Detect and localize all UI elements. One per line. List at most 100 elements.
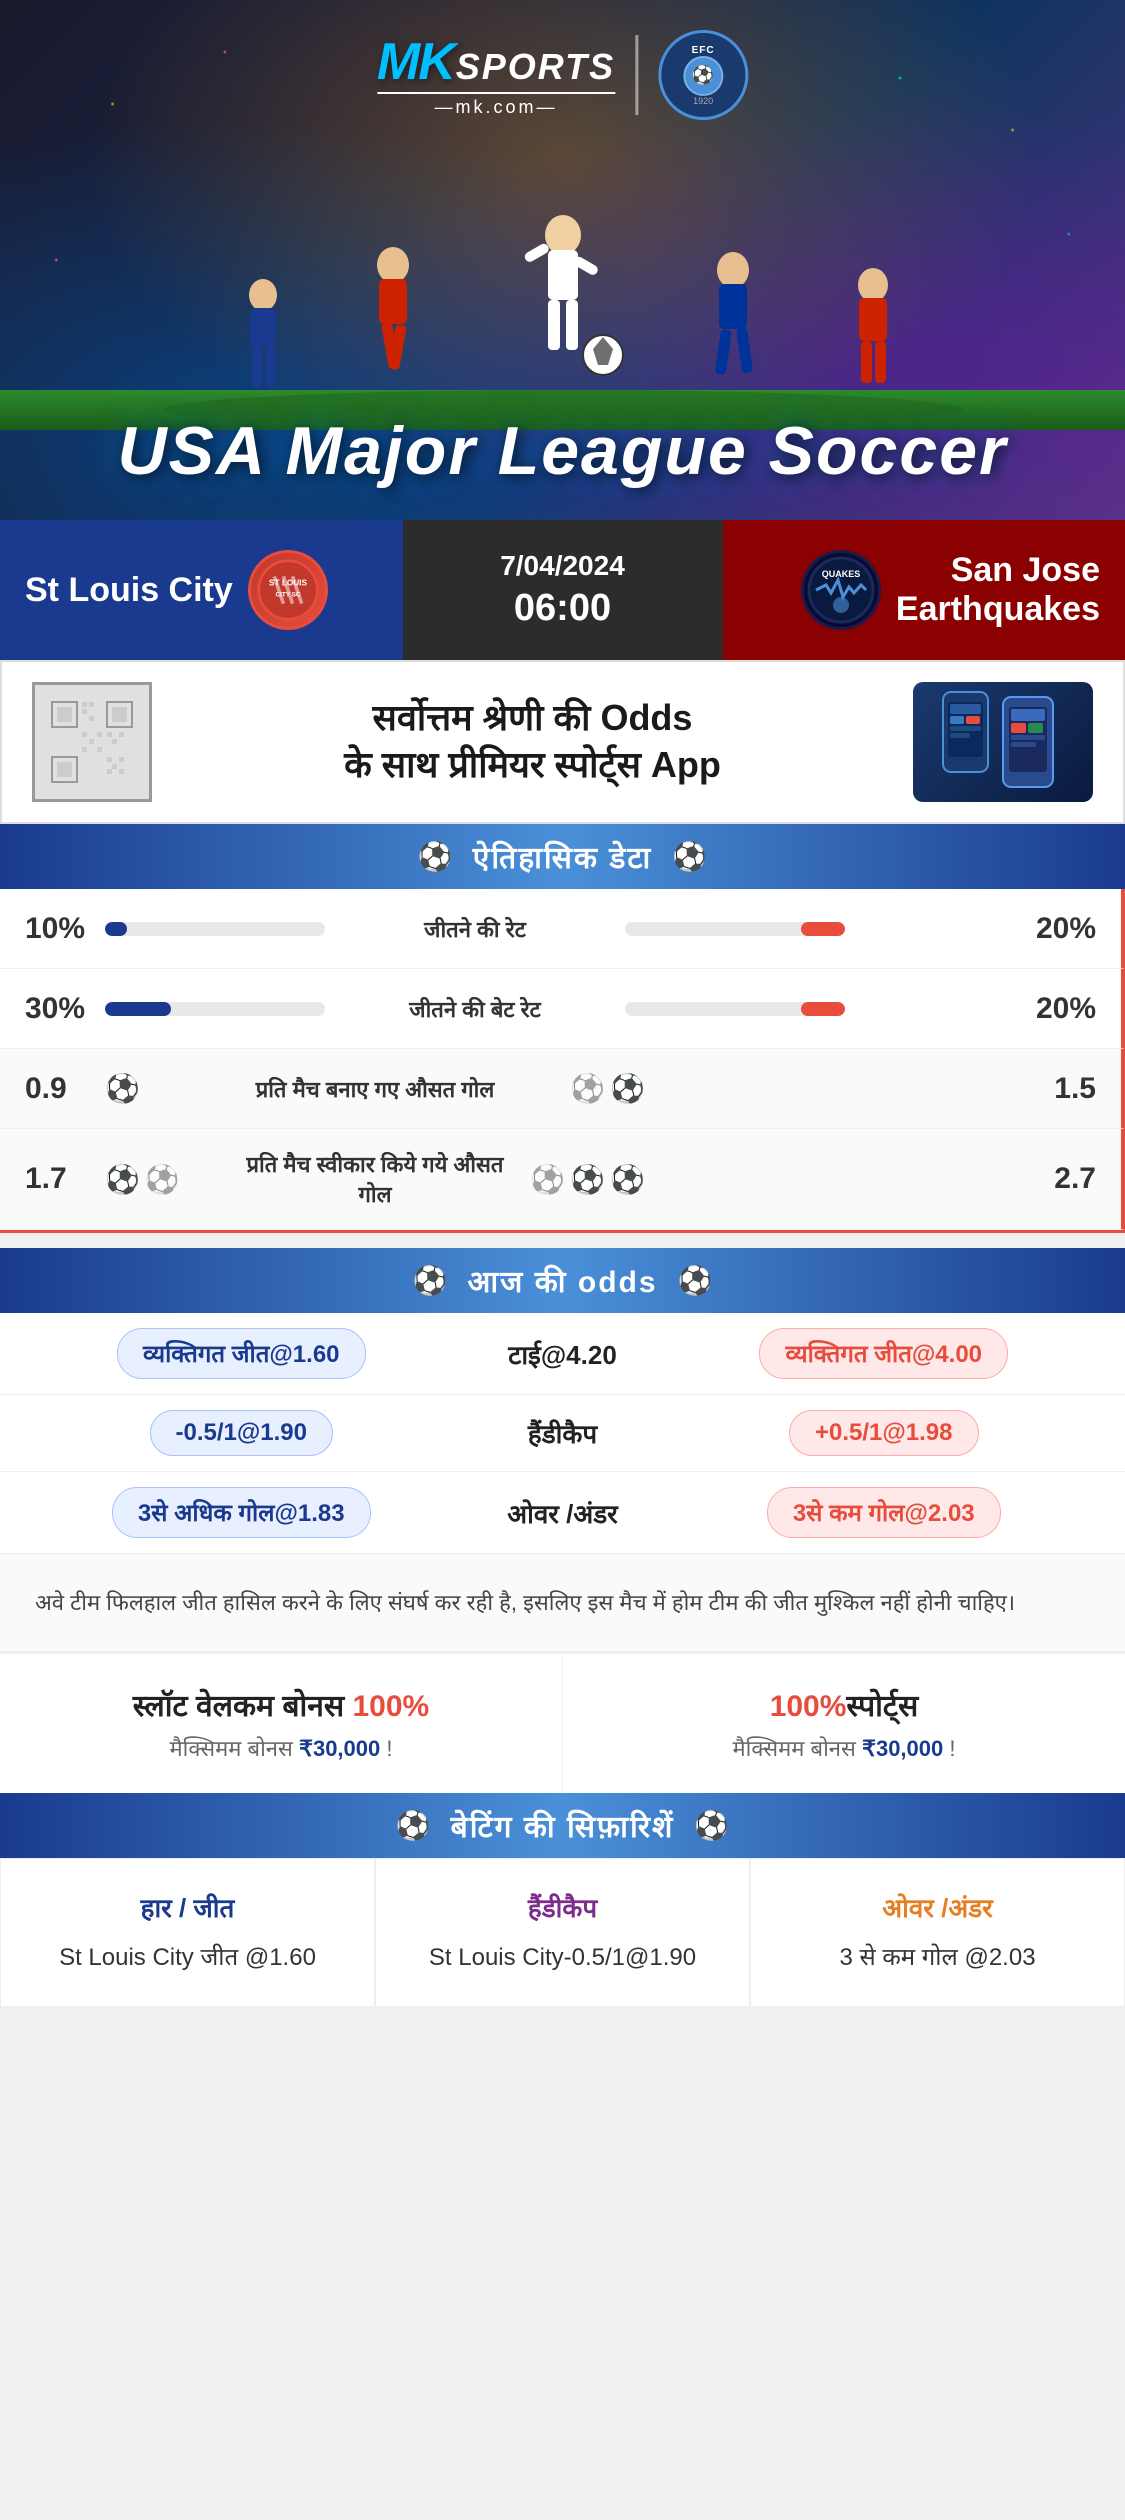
banner-title-text: USA Major League Soccer (118, 413, 1008, 489)
betting-card2-value: St Louis City-0.5/1@1.90 (396, 1940, 729, 1976)
goals-conceded-right: 2.7 (1016, 1162, 1096, 1196)
ball-r2: ⚽ (610, 1072, 645, 1105)
odds-section: व्यक्तिगत जीत@1.60 टाई@4.20 व्यक्तिगत जी… (0, 1313, 1125, 1554)
odds-left-3[interactable]: 3से अधिक गोल@1.83 (20, 1487, 463, 1538)
ball-icon-right: ⚽ (672, 840, 707, 873)
stat-row-goals-conceded: 1.7 ⚽ ⚽ प्रति मैच स्वीकार किये गये औसत ग… (0, 1129, 1125, 1230)
away-team-section: QUAKES San Jose Earthquakes (723, 520, 1125, 660)
analysis-box: अवे टीम फिलहाल जीत हासिल करने के लिए संघ… (0, 1554, 1125, 1652)
bonus-sub-1: मैक्सिमम बोनस ₹30,000 ! (25, 1733, 537, 1763)
win-rate-left: 10% (25, 912, 105, 946)
left-ball-icons-2: ⚽ ⚽ (105, 1163, 225, 1196)
ball-icon-odds-right: ⚽ (678, 1264, 713, 1297)
match-header: St Louis City ST LOUIS CITY SC 7/04/2024… (0, 520, 1125, 660)
ball-r5: ⚽ (610, 1163, 645, 1196)
betting-card3-value: 3 से कम गोल @2.03 (771, 1940, 1104, 1976)
logo-divider (635, 35, 638, 115)
sponsor-badge: EFC ⚽ 1920 (658, 30, 748, 120)
analysis-text: अवे टीम फिलहाल जीत हासिल करने के लिए संघ… (35, 1584, 1090, 1621)
bar-fill-blue-1 (105, 922, 127, 936)
historical-section: 10% जीतने की रेट 20% 30% जीतने की बेट रे… (0, 889, 1125, 1233)
win-rate-bars: जीतने की रेट (105, 914, 1016, 944)
win-rate-right: 20% (1016, 912, 1096, 946)
match-date: 7/04/2024 (500, 550, 625, 582)
odds-row-1: व्यक्तिगत जीत@1.60 टाई@4.20 व्यक्तिगत जी… (0, 1313, 1125, 1395)
bar-track-left-2 (105, 1002, 325, 1016)
ball-icon-odds-left: ⚽ (413, 1264, 448, 1297)
odds-section-header: ⚽ आज की odds ⚽ (0, 1248, 1125, 1313)
mk-text: MK (377, 32, 454, 92)
odds-center-1: टाई@4.20 (463, 1336, 663, 1372)
stat-row-win-rate: 10% जीतने की रेट 20% (0, 889, 1125, 969)
betting-section: हार / जीत St Louis City जीत @1.60 हैंडीक… (0, 1858, 1125, 2007)
bar-track-left-1 (105, 922, 325, 936)
goals-conceded-icons: ⚽ ⚽ प्रति मैच स्वीकार किये गये औसत गोल ⚽… (105, 1149, 1016, 1209)
odds-left-2[interactable]: -0.5/1@1.90 (20, 1410, 463, 1456)
ball-r3: ⚽ (530, 1163, 565, 1196)
ball-icon-betting-left: ⚽ (396, 1809, 431, 1842)
odds-right-1[interactable]: व्यक्तिगत जीत@4.00 (663, 1328, 1106, 1379)
stat-row-bet-rate: 30% जीतने की बेट रेट 20% (0, 969, 1125, 1049)
right-ball-icons-1: ⚽ ⚽ (525, 1072, 645, 1105)
right-ball-icons-2: ⚽ ⚽ ⚽ (525, 1163, 645, 1196)
betting-card1-value: St Louis City जीत @1.60 (21, 1940, 354, 1976)
bonus-title-2: 100%स्पोर्ट्स (588, 1684, 1100, 1725)
home-team-logo: ST LOUIS CITY SC (248, 550, 328, 630)
ball-1: ⚽ (105, 1072, 140, 1105)
odds-home-handicap[interactable]: -0.5/1@1.90 (150, 1410, 333, 1456)
bonus-card-1[interactable]: स्लॉट वेलकम बोनस 100% मैक्सिमम बोनस ₹30,… (0, 1654, 563, 1793)
domain-text: —mk.com— (377, 92, 615, 118)
betting-card-win-loss: हार / जीत St Louis City जीत @1.60 (0, 1858, 375, 2007)
ball-l2: ⚽ (145, 1163, 180, 1196)
mk-sports-logo[interactable]: MK SPORTS —mk.com— (377, 32, 615, 118)
home-team-name: St Louis City (25, 571, 233, 610)
bar-track-right-1 (625, 922, 845, 936)
goals-scored-right: 1.5 (1016, 1072, 1096, 1106)
odds-over[interactable]: 3से अधिक गोल@1.83 (112, 1487, 371, 1538)
odds-row-3: 3से अधिक गोल@1.83 ओवर /अंडर 3से कम गोल@2… (0, 1472, 1125, 1554)
bonus-text-2: स्पोर्ट्स (846, 1690, 918, 1723)
ball-icon-betting-right: ⚽ (694, 1809, 729, 1842)
sponsor-name: EFC (692, 45, 715, 56)
promo-text: सर्वोत्तम श्रेणी की Odds के साथ प्रीमियर… (172, 695, 893, 789)
away-team-logo: QUAKES (801, 550, 881, 630)
match-center: 7/04/2024 06:00 (403, 520, 723, 660)
left-ball-icons-1: ⚽ (105, 1072, 225, 1105)
odds-home-win[interactable]: व्यक्तिगत जीत@1.60 (117, 1328, 366, 1379)
odds-center-3: ओवर /अंडर (463, 1495, 663, 1531)
odds-away-handicap[interactable]: +0.5/1@1.98 (789, 1410, 979, 1456)
bar-fill-red-1 (801, 922, 845, 936)
logo-area: MK SPORTS —mk.com— EFC ⚽ 1920 (377, 30, 748, 120)
odds-under[interactable]: 3से कम गोल@2.03 (767, 1487, 1001, 1538)
odds-right-3[interactable]: 3से कम गोल@2.03 (663, 1487, 1106, 1538)
header-banner: MK SPORTS —mk.com— EFC ⚽ 1920 (0, 0, 1125, 520)
bet-rate-right: 20% (1016, 992, 1096, 1026)
betting-section-header: ⚽ बेटिंग की सिफ़ारिशें ⚽ (0, 1793, 1125, 1858)
svg-text:QUAKES: QUAKES (822, 569, 861, 579)
odds-left-1[interactable]: व्यक्तिगत जीत@1.60 (20, 1328, 463, 1379)
promo-banner[interactable]: सर्वोत्तम श्रेणी की Odds के साथ प्रीमियर… (0, 660, 1125, 824)
bonus-percent-2: 100% (770, 1690, 847, 1723)
odds-away-win[interactable]: व्यक्तिगत जीत@4.00 (759, 1328, 1008, 1379)
players-visual (0, 145, 1125, 425)
ball-l1: ⚽ (105, 1163, 140, 1196)
historical-section-header: ⚽ ऐतिहासिक डेटा ⚽ (0, 824, 1125, 889)
betting-card-handicap: हैंडीकैप St Louis City-0.5/1@1.90 (375, 1858, 750, 2007)
betting-title: बेटिंग की सिफ़ारिशें (451, 1805, 675, 1846)
bar-fill-red-2 (801, 1002, 845, 1016)
betting-card2-title: हैंडीकैप (396, 1889, 729, 1925)
promo-phone-image (913, 682, 1093, 802)
bet-rate-label: जीतने की बेट रेट (345, 994, 605, 1024)
bonus-percent-1: 100% (353, 1690, 430, 1723)
promo-qr-code (32, 682, 152, 802)
goals-conceded-label: प्रति मैच स्वीकार किये गये औसत गोल (245, 1149, 505, 1209)
sports-text: SPORTS (456, 46, 615, 88)
bonus-section: स्लॉट वेलकम बोनस 100% मैक्सिमम बोनस ₹30,… (0, 1652, 1125, 1793)
win-rate-label: जीतने की रेट (345, 914, 605, 944)
betting-card-over-under: ओवर /अंडर 3 से कम गोल @2.03 (750, 1858, 1125, 2007)
bonus-text-1: स्लॉट वेलकम बोनस (133, 1690, 353, 1723)
odds-right-2[interactable]: +0.5/1@1.98 (663, 1410, 1106, 1456)
bet-rate-bars: जीतने की बेट रेट (105, 994, 1016, 1024)
goals-scored-icons: ⚽ प्रति मैच बनाए गए औसत गोल ⚽ ⚽ (105, 1072, 1016, 1105)
bonus-card-2[interactable]: 100%स्पोर्ट्स मैक्सिमम बोनस ₹30,000 ! (563, 1654, 1125, 1793)
